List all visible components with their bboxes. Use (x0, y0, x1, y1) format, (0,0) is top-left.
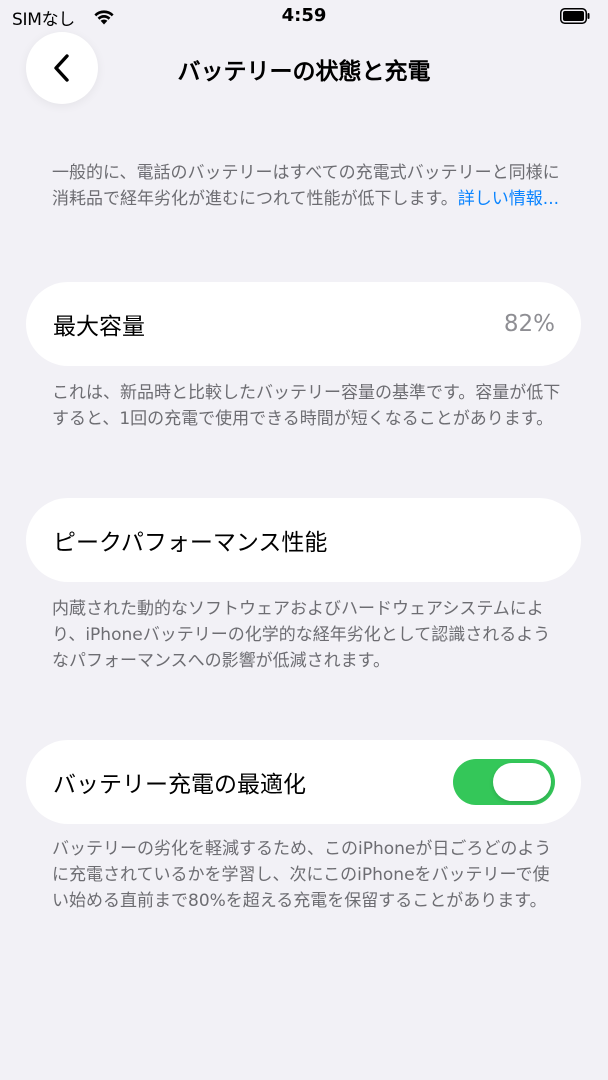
maximum-capacity-value: 82% (503, 311, 555, 337)
status-bar: SIMなし 4:59 (0, 0, 608, 34)
battery-icon (560, 8, 590, 24)
page-title: バッテリーの状態と充電 (177, 59, 431, 85)
optimized-charging-label: バッテリー充電の最適化 (53, 772, 306, 798)
status-time: 4:59 (281, 5, 327, 26)
toggle-knob (493, 763, 551, 801)
learn-more-link[interactable]: 詳しい情報... (458, 189, 559, 209)
maximum-capacity-footnote: これは、新品時と比較したバッテリー容量の基準です。容量が低下すると、1回の充電で… (52, 383, 561, 429)
maximum-capacity-label: 最大容量 (53, 314, 145, 340)
optimized-charging-toggle[interactable] (453, 759, 555, 805)
peak-performance-cell[interactable]: ピークパフォーマンス性能 (26, 498, 581, 582)
optimized-charging-footnote: バッテリーの劣化を軽減するため、このiPhoneが日ごろどのように充電されている… (52, 839, 552, 911)
peak-performance-label: ピークパフォーマンス性能 (53, 530, 328, 556)
peak-performance-footnote: 内蔵された動的なソフトウェアおよびハードウェアシステムにより、iPhoneバッテ… (52, 599, 551, 671)
optimized-charging-cell: バッテリー充電の最適化 (26, 740, 581, 824)
maximum-capacity-cell: 最大容量 82% (26, 282, 581, 366)
intro-text: 一般的に、電話のバッテリーはすべての充電式バッテリーと同様に消耗品で経年劣化が進… (52, 160, 562, 212)
